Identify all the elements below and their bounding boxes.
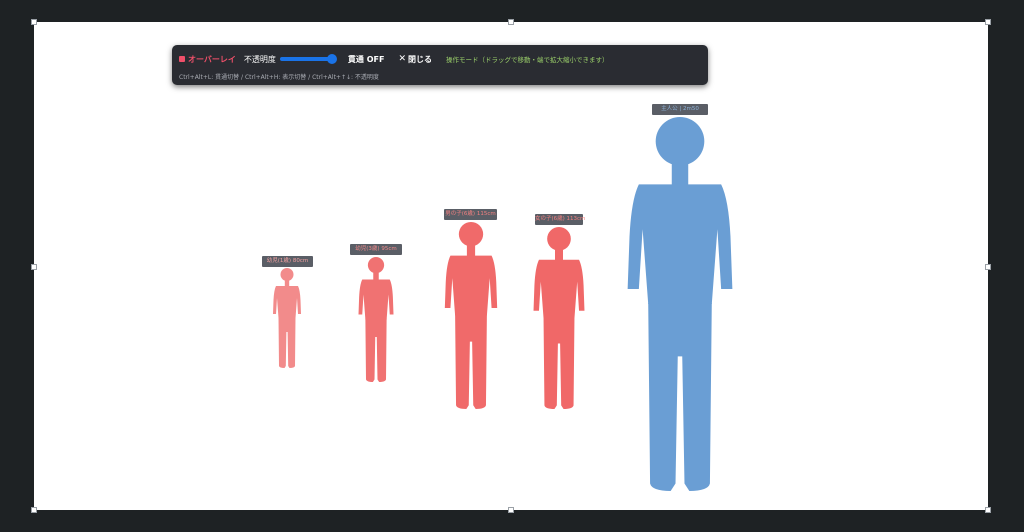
figure-torso	[444, 255, 498, 316]
figure-legs	[543, 317, 575, 409]
figure-neck	[671, 163, 689, 186]
figure-boy-6	[444, 222, 498, 409]
figure-protagonist	[627, 117, 733, 491]
figure-label: 主人公 | 2m50	[652, 104, 708, 115]
figure-label: 幼児(1歳) 80cm	[262, 256, 313, 267]
figure-legs	[455, 314, 487, 409]
figure-head	[458, 222, 484, 247]
figures-layer	[273, 117, 733, 491]
figure-head	[280, 268, 294, 281]
figure-toddler-3	[358, 257, 394, 382]
figure-torso	[358, 279, 394, 320]
figure-neck	[466, 245, 476, 257]
figure-legs	[648, 303, 712, 491]
figure-toddler-1	[273, 268, 301, 368]
figure-label: 女の子(6歳) 113cm	[535, 214, 585, 225]
figure-torso	[627, 184, 733, 304]
figure-legs	[365, 318, 387, 382]
figure-head	[547, 227, 571, 251]
figure-legs	[278, 317, 296, 368]
figure-neck	[373, 272, 379, 281]
figure-neck	[554, 249, 564, 261]
figure-torso	[273, 286, 301, 318]
figure-torso	[533, 259, 585, 318]
figure-label: 幼児(3歳) 95cm	[350, 244, 402, 255]
figure-head	[367, 257, 385, 274]
figure-label: 男の子(6歳) 115cm	[444, 209, 497, 220]
figure-girl-6	[533, 227, 585, 409]
figure-head	[655, 117, 705, 166]
